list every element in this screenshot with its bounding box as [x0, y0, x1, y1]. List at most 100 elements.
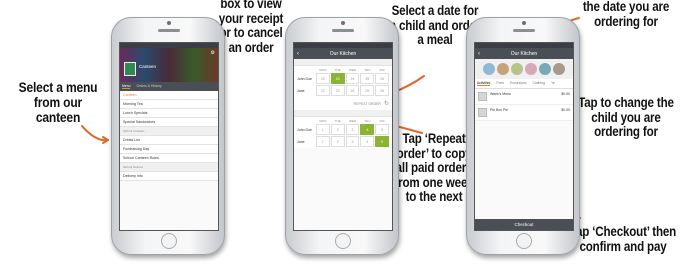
date-cell[interactable]: 25 — [360, 73, 375, 84]
date-cell[interactable]: 3 — [345, 124, 360, 135]
child-avatar[interactable] — [525, 63, 537, 75]
date-cell[interactable]: 3 — [345, 136, 360, 147]
tab-clothing[interactable]: Clothing — [533, 81, 545, 86]
nav-title: Our Kitchen — [329, 50, 357, 57]
child-name[interactable]: Jane — [297, 136, 315, 147]
child-avatar[interactable] — [483, 63, 495, 75]
tab-excursions[interactable]: Excursions — [510, 81, 527, 86]
tab-fees[interactable]: Fees — [496, 81, 504, 86]
menu-item[interactable]: Pie Box Pie $0.00 — [475, 105, 573, 121]
nav-bar: ‹ Our Kitchen — [475, 48, 573, 59]
speaker — [513, 29, 535, 32]
speaker — [332, 29, 354, 32]
menu-section: School Canteen — [120, 127, 218, 136]
menu-row[interactable]: Fundraising Day — [120, 145, 218, 154]
settings-icon[interactable]: ⚙ — [211, 50, 215, 56]
camera — [522, 21, 526, 25]
child-name[interactable]: Jane — [297, 85, 315, 96]
date-cell[interactable]: 26 — [375, 85, 389, 96]
day-label: FRI — [379, 118, 385, 123]
child-name[interactable]: John Doe — [297, 124, 315, 135]
menu-row[interactable]: Lunch Specials — [120, 109, 218, 118]
caption-date-ordering: the date you are ordering for — [582, 0, 670, 29]
menu-row[interactable]: School Canteen Rules — [120, 154, 218, 163]
date-cell[interactable]: 24 — [345, 73, 360, 84]
menu-row[interactable]: Drinks List — [120, 136, 218, 145]
date-cell[interactable]: 2 — [330, 124, 345, 135]
tab-menu[interactable]: Menu — [122, 84, 131, 89]
child-selector — [475, 59, 573, 79]
child-avatar[interactable] — [511, 63, 523, 75]
tab-orders-history[interactable]: Orders & History — [136, 84, 161, 89]
menu-item[interactable]: Week's Menu $0.00 — [475, 89, 573, 105]
back-icon[interactable]: ‹ — [478, 51, 480, 57]
child-name[interactable]: John Doe — [297, 73, 315, 84]
item-price: $0.00 — [561, 108, 570, 112]
item-name: Week's Menu — [490, 92, 512, 96]
child-avatar[interactable] — [497, 63, 509, 75]
date-cell[interactable]: 24 — [345, 85, 360, 96]
back-icon[interactable]: ‹ — [297, 51, 299, 57]
phone-calendar: ‹ Our Kitchen MON TUE WED THU FRI John D… — [285, 17, 399, 255]
menu-row[interactable]: Morning Tea — [120, 100, 218, 109]
home-button[interactable] — [335, 233, 351, 249]
week-header — [294, 59, 392, 66]
date-cell-selected[interactable]: 23 — [330, 73, 345, 84]
phone-menu: Canteen ⚙ Menu Orders & History Canteen … — [111, 17, 225, 255]
phone-order: ‹ Our Kitchen Activities Fees Excursions… — [466, 17, 580, 255]
speaker — [158, 29, 180, 32]
date-cell[interactable]: 25 — [360, 85, 375, 96]
caption-repeat-order: Tap ‘Repeat order’ to copy all paid orde… — [394, 131, 474, 205]
day-label: FRI — [379, 67, 385, 72]
date-cell[interactable]: 1 — [316, 124, 330, 135]
tab-more[interactable]: Ye — [551, 81, 555, 86]
repeat-order-label[interactable]: REPEAT ORDER — [354, 102, 381, 106]
caption-change-child: Tap to change the child you are ordering… — [578, 95, 674, 140]
caption-checkout: Tap ‘Checkout’ then confirm and pay — [569, 224, 677, 254]
screen-calendar: ‹ Our Kitchen MON TUE WED THU FRI John D… — [293, 42, 393, 231]
tab-activities[interactable]: Activities — [477, 81, 491, 86]
menu-section: School Notices — [120, 163, 218, 172]
date-cell[interactable]: 22 — [316, 73, 330, 84]
camera — [167, 21, 171, 25]
date-cell[interactable]: 5 — [375, 124, 389, 135]
home-button[interactable] — [516, 233, 532, 249]
item-price: $0.00 — [561, 92, 570, 96]
menu-tabs: Menu Orders & History — [120, 82, 218, 91]
category-tabs: Activities Fees Excursions Clothing Ye — [475, 79, 573, 89]
date-cell[interactable]: 2 — [330, 136, 345, 147]
item-thumbnail — [478, 108, 487, 117]
child-avatar[interactable] — [539, 63, 551, 75]
checkout-button[interactable]: Checkout — [475, 219, 573, 230]
camera — [341, 21, 345, 25]
day-label: THU — [364, 67, 371, 72]
item-name: Pie Box Pie — [490, 108, 509, 112]
day-label: TUE — [334, 67, 341, 72]
date-cell[interactable]: 4 — [360, 136, 375, 147]
repeat-icon[interactable]: ↻ — [384, 100, 389, 107]
day-label: WED — [348, 118, 356, 123]
week-header — [294, 110, 392, 117]
date-cell[interactable]: 23 — [330, 85, 345, 96]
home-button[interactable] — [161, 233, 177, 249]
school-logo-icon — [124, 62, 136, 76]
date-cell-selected[interactable]: 5 — [375, 136, 389, 147]
child-avatar[interactable] — [553, 63, 565, 75]
menu-row[interactable]: Delivery info — [120, 172, 218, 181]
calendar-week-1: MON TUE WED THU FRI John Doe 22 23 24 25… — [294, 66, 392, 97]
day-label: TUE — [334, 118, 341, 123]
day-label: WED — [348, 67, 356, 72]
date-cell-selected[interactable]: 4 — [360, 124, 375, 135]
menu-row[interactable]: Canteen — [120, 91, 218, 100]
date-cell[interactable]: 26 — [375, 73, 389, 84]
date-cell[interactable]: 22 — [316, 85, 330, 96]
menu-row[interactable]: Special Sandwiches — [120, 118, 218, 127]
screen-order: ‹ Our Kitchen Activities Fees Excursions… — [474, 42, 574, 231]
nav-title: Our Kitchen — [510, 50, 538, 57]
date-cell[interactable]: 1 — [316, 136, 330, 147]
day-label: MON — [319, 67, 327, 72]
day-label: MON — [319, 118, 327, 123]
item-thumbnail — [478, 92, 487, 101]
screen-menu: Canteen ⚙ Menu Orders & History Canteen … — [119, 42, 219, 231]
banner-title: Canteen — [139, 64, 157, 69]
